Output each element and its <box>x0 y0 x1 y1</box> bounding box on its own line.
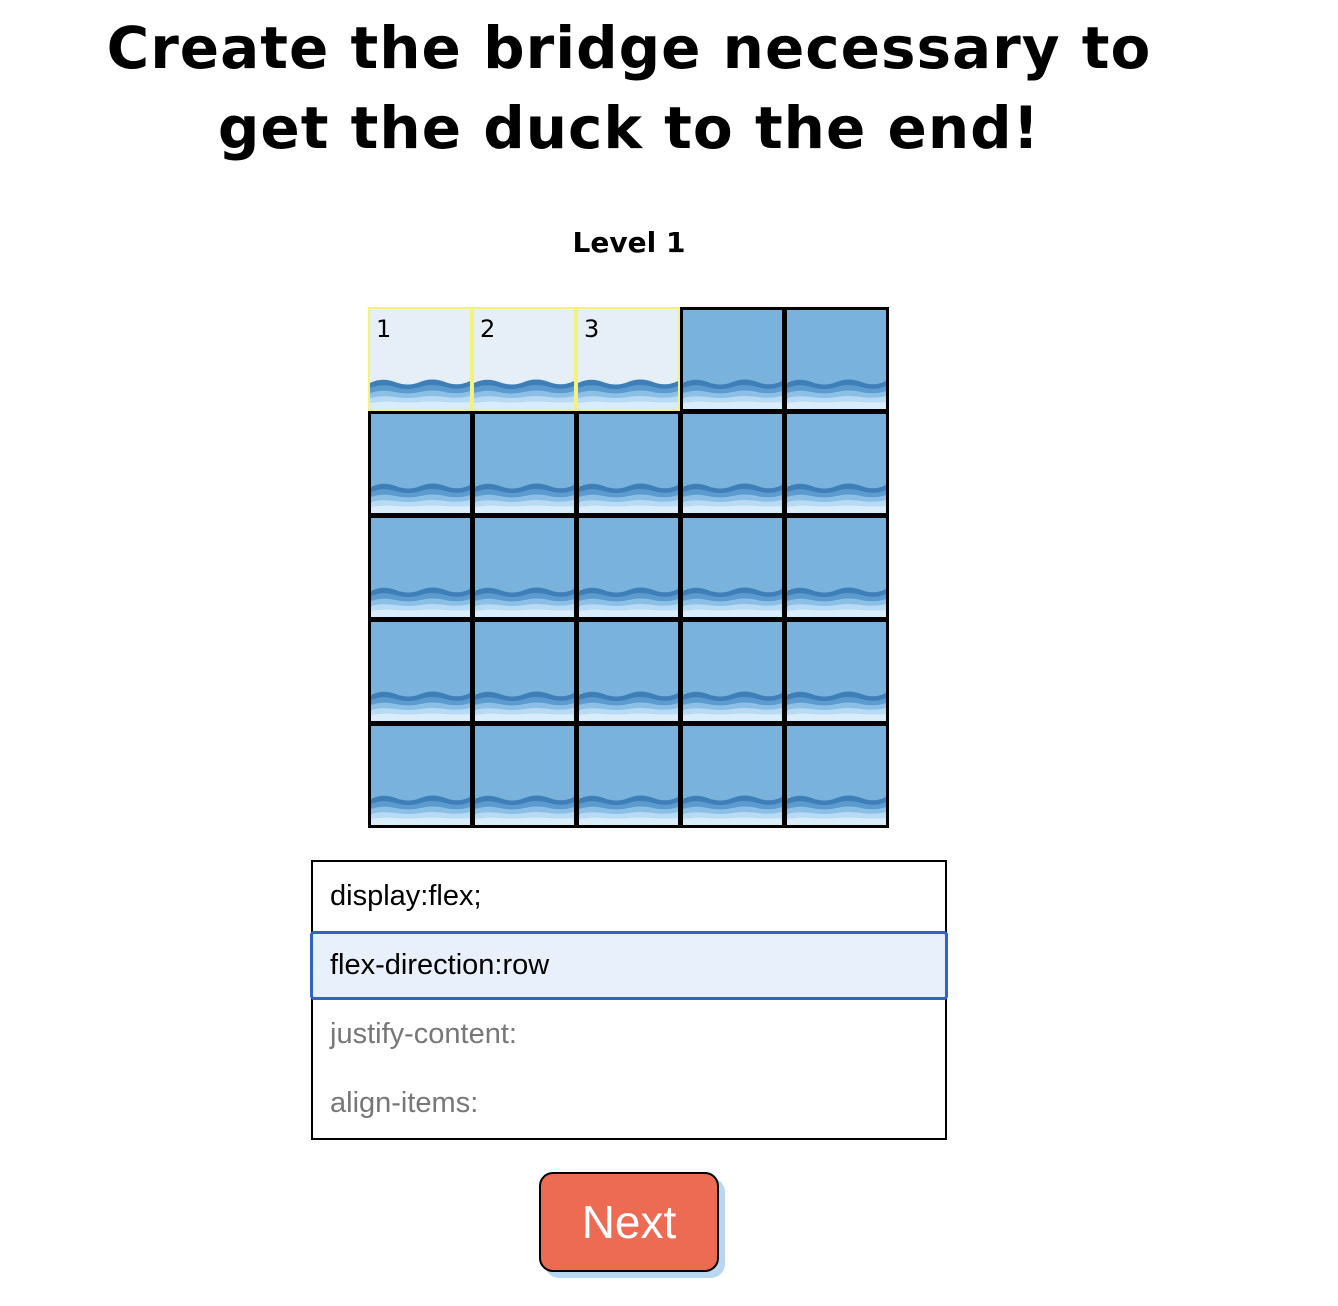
instructions-heading: Create the bridge necessary to get the d… <box>0 8 1258 168</box>
instructions-line-2: get the duck to the end! <box>217 94 1041 162</box>
wave-icon <box>371 691 470 721</box>
bridge-piece-number: 3 <box>584 315 600 343</box>
water-tile <box>472 411 577 516</box>
editor-line-flex-direction[interactable]: flex-direction:row <box>310 931 948 1000</box>
wave-icon <box>475 795 574 825</box>
water-tile <box>576 411 681 516</box>
water-tile <box>680 723 785 828</box>
bridge-piece-number: 1 <box>376 315 392 343</box>
wave-icon <box>787 587 886 617</box>
bridge-piece-number: 2 <box>480 315 496 343</box>
wave-icon <box>683 587 782 617</box>
water-tile <box>576 723 681 828</box>
bridge-piece: 2 <box>472 307 576 411</box>
wave-icon <box>787 379 886 409</box>
bridge-piece: 1 <box>368 307 472 411</box>
wave-icon <box>787 691 886 721</box>
water-tile <box>472 515 577 620</box>
wave-icon <box>475 483 574 513</box>
wave-icon <box>683 483 782 513</box>
water-tile <box>680 411 785 516</box>
level-label: Level 1 <box>572 226 686 259</box>
wave-icon <box>579 483 678 513</box>
water-tile <box>368 619 473 724</box>
water-tile <box>784 411 889 516</box>
wave-icon <box>579 691 678 721</box>
water-tile <box>368 723 473 828</box>
water-tile <box>472 619 577 724</box>
water-tile <box>472 723 577 828</box>
wave-icon <box>683 379 782 409</box>
water-tile <box>784 307 889 412</box>
wave-icon <box>683 795 782 825</box>
wave-icon <box>371 483 470 513</box>
water-tile <box>784 515 889 620</box>
wave-icon <box>371 795 470 825</box>
water-tile <box>680 307 785 412</box>
water-tile <box>680 619 785 724</box>
wave-icon <box>475 587 574 617</box>
wave-icon <box>474 379 574 409</box>
wave-icon <box>579 795 678 825</box>
water-tile <box>680 515 785 620</box>
bridge-piece: 3 <box>576 307 680 411</box>
next-button[interactable]: Next <box>539 1172 719 1272</box>
water-tile <box>368 411 473 516</box>
css-editor: display:flex; flex-direction:row justify… <box>310 860 948 1140</box>
instructions-line-1: Create the bridge necessary to <box>106 14 1152 82</box>
editor-line-align-items[interactable]: align-items: <box>313 1069 945 1138</box>
wave-icon <box>683 691 782 721</box>
water-tile <box>576 619 681 724</box>
editor-line-justify-content[interactable]: justify-content: <box>313 1000 945 1069</box>
wave-icon <box>578 379 678 409</box>
wave-icon <box>787 483 886 513</box>
water-tile <box>784 619 889 724</box>
water-tile <box>784 723 889 828</box>
editor-line-display[interactable]: display:flex; <box>313 862 945 931</box>
water-tile <box>368 515 473 620</box>
wave-icon <box>371 587 470 617</box>
wave-icon <box>370 379 470 409</box>
wave-icon <box>579 587 678 617</box>
wave-icon <box>787 795 886 825</box>
wave-icon <box>475 691 574 721</box>
water-tile <box>576 515 681 620</box>
